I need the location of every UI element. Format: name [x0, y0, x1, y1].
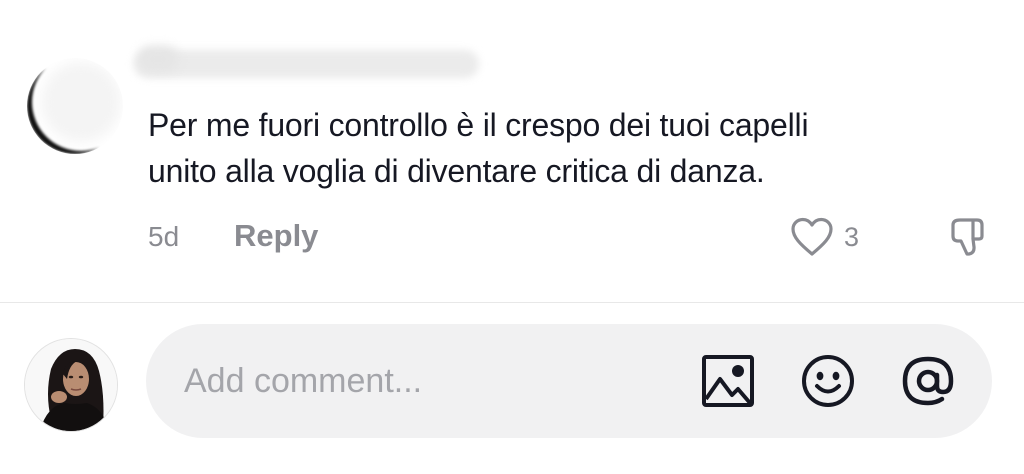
- comment-input-container[interactable]: [146, 324, 992, 438]
- reply-button[interactable]: Reply: [234, 218, 318, 254]
- like-button[interactable]: 3: [790, 214, 859, 260]
- comment-text-line: Per me fuori controllo è il crespo dei t…: [148, 107, 809, 143]
- commenter-avatar[interactable]: [27, 58, 123, 154]
- comment-input[interactable]: [184, 348, 664, 414]
- divider: [0, 302, 1024, 303]
- image-icon[interactable]: [700, 353, 756, 409]
- like-count: 3: [844, 221, 860, 252]
- comment-item: Per me fuori controllo è il crespo dei t…: [0, 0, 1024, 302]
- comment-timestamp: 5d: [148, 221, 180, 252]
- emoji-icon[interactable]: [800, 353, 856, 409]
- commenter-username-redacted: [134, 50, 479, 78]
- thumbs-down-icon[interactable]: [944, 214, 990, 260]
- comment-text-line: unito alla voglia di diventare critica d…: [148, 153, 765, 189]
- profile-photo: [25, 339, 117, 431]
- comment-text: Per me fuori controllo è il crespo dei t…: [148, 102, 988, 194]
- mention-icon[interactable]: [900, 353, 956, 409]
- current-user-avatar[interactable]: [24, 338, 118, 432]
- heart-outline-icon: [791, 217, 833, 256]
